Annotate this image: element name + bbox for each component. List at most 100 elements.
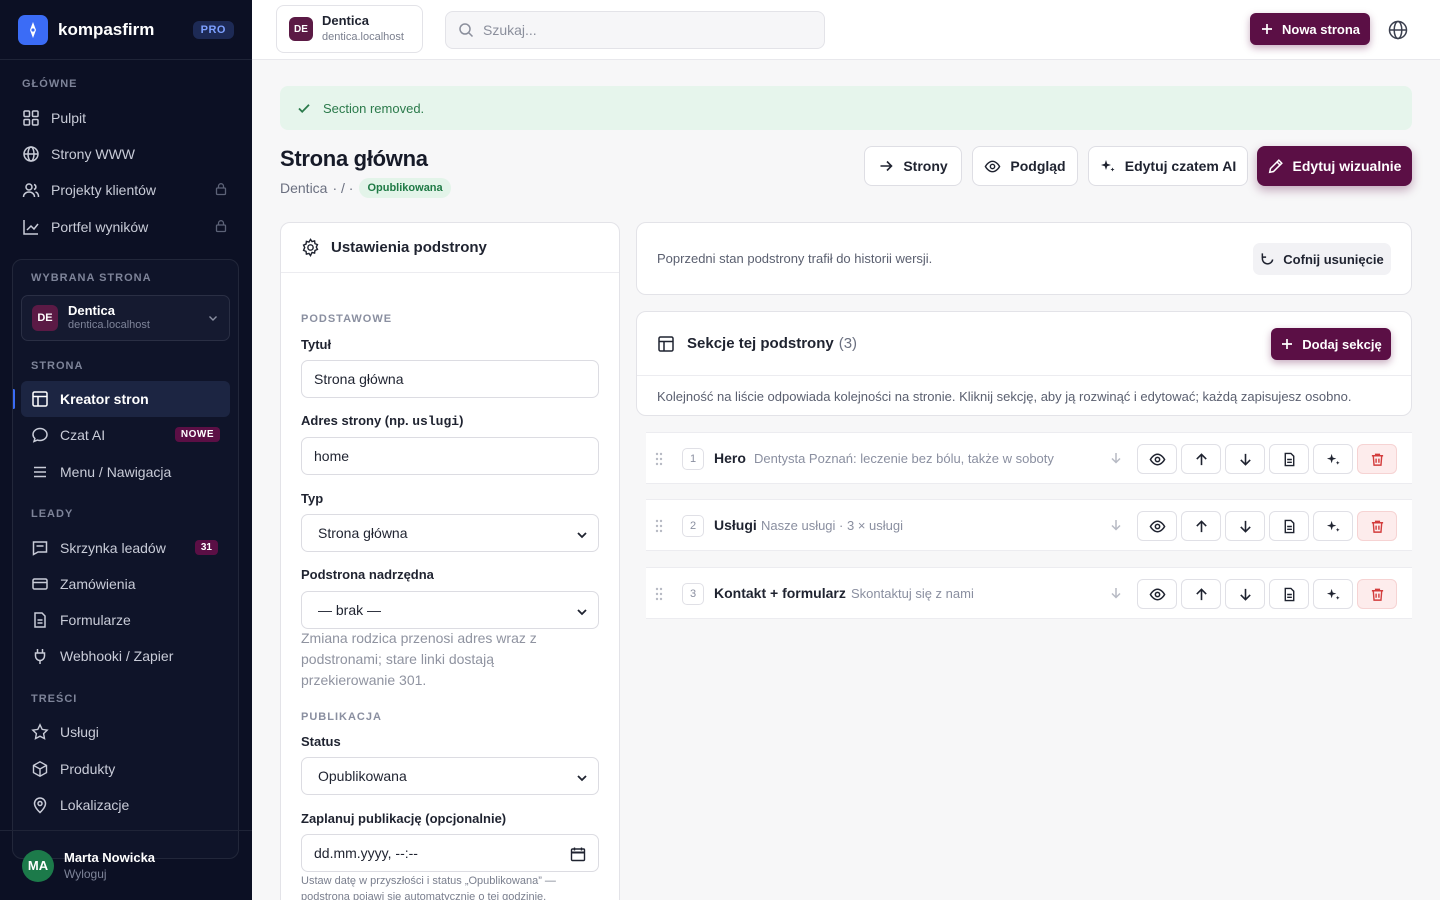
- edit-ai-button-label: Edytuj czatem AI: [1124, 158, 1237, 174]
- section-row-kontakt[interactable]: 3 Kontakt + formularz Skontaktuj się z n…: [646, 567, 1412, 619]
- document-icon: [1284, 452, 1294, 466]
- edit-visual-button[interactable]: Edytuj wizualnie: [1257, 146, 1412, 186]
- undo-button[interactable]: Cofnij usunięcie: [1253, 243, 1391, 275]
- sidebar: kompasfirm PRO GŁÓWNE Pulpit Strony WWW …: [0, 0, 252, 900]
- sidebar-item-projekty[interactable]: Projekty klientów: [12, 172, 240, 208]
- section-number: 1: [682, 448, 704, 470]
- new-badge: NOWE: [174, 427, 220, 442]
- ai-edit-button[interactable]: [1313, 444, 1353, 474]
- layout-icon: [32, 391, 48, 407]
- language-globe-icon[interactable]: [1387, 19, 1409, 41]
- menu-icon: [34, 466, 46, 478]
- search-box[interactable]: Szukaj...: [445, 11, 825, 49]
- sparkle-icon: [1326, 588, 1340, 600]
- parent-help-text: Zmiana rodzica przenosi adres wraz z pod…: [301, 630, 537, 688]
- calendar-icon[interactable]: [570, 846, 586, 862]
- sidebar-item-pulpit[interactable]: Pulpit: [12, 100, 240, 136]
- sidebar-item-czat-ai[interactable]: Czat AI NOWE: [21, 417, 230, 453]
- section-title: Hero: [714, 450, 746, 466]
- delete-section-button[interactable]: [1357, 511, 1397, 541]
- move-down-button[interactable]: [1225, 444, 1265, 474]
- move-up-button[interactable]: [1181, 579, 1221, 609]
- parent-select[interactable]: — brak —: [301, 591, 599, 629]
- sidebar-item-label: Czat AI: [60, 427, 106, 443]
- sidebar-item-kreator[interactable]: Kreator stron: [13, 381, 230, 417]
- edit-ai-button[interactable]: Edytuj czatem AI: [1088, 146, 1248, 186]
- site-switcher[interactable]: DE Dentica dentica.localhost: [21, 295, 230, 341]
- expand-down-icon[interactable]: [1109, 451, 1123, 465]
- sidebar-item-label: Portfel wyników: [51, 219, 149, 235]
- sidebar-item-formularze[interactable]: Formularze: [21, 602, 230, 638]
- drag-handle-icon[interactable]: [654, 451, 664, 467]
- preview-button-label: Podgląd: [1010, 158, 1066, 174]
- preview-button[interactable]: Podgląd: [972, 146, 1078, 186]
- new-page-button[interactable]: Nowa strona: [1250, 13, 1370, 45]
- brand-name[interactable]: kompasfirm: [58, 20, 154, 40]
- section-row-hero[interactable]: 1 Hero Dentysta Poznań: leczenie bez ból…: [646, 432, 1412, 484]
- sidebar-item-skrzynka[interactable]: Skrzynka leadów 31: [21, 530, 230, 566]
- sections-count: (3): [838, 335, 858, 352]
- schedule-input[interactable]: dd.mm.yyyy, --:--: [301, 834, 599, 872]
- document-icon: [1284, 519, 1294, 533]
- card-icon: [32, 578, 48, 590]
- toggle-visibility-button[interactable]: [1137, 444, 1177, 474]
- sidebar-item-uslugi[interactable]: Usługi: [21, 714, 230, 750]
- move-down-button[interactable]: [1225, 579, 1265, 609]
- sidebar-item-zamowienia[interactable]: Zamówienia: [21, 566, 230, 602]
- section-row-uslugi[interactable]: 2 Usługi Nasze usługi · 3 × usługi: [646, 499, 1412, 551]
- undo-card: Poprzedni stan podstrony trafił do histo…: [636, 222, 1412, 295]
- site-selector[interactable]: DE Dentica dentica.localhost: [276, 5, 423, 53]
- delete-section-button[interactable]: [1357, 444, 1397, 474]
- lock-icon: [215, 220, 227, 233]
- lead-count-badge: 31: [194, 540, 218, 555]
- inbox-icon: [32, 541, 48, 556]
- sidebar-item-produkty[interactable]: Produkty: [21, 751, 230, 787]
- ai-edit-button[interactable]: [1313, 511, 1353, 541]
- drag-handle-icon[interactable]: [654, 586, 664, 602]
- sidebar-item-menu[interactable]: Menu / Nawigacja: [21, 454, 230, 490]
- toggle-visibility-button[interactable]: [1137, 579, 1177, 609]
- title-label: Tytuł: [301, 337, 332, 352]
- expand-down-icon[interactable]: [1109, 518, 1123, 532]
- breadcrumb-site[interactable]: Dentica: [280, 180, 327, 196]
- sidebar-item-lokalizacje[interactable]: Lokalizacje: [21, 787, 230, 823]
- status-select[interactable]: Opublikowana: [301, 757, 599, 795]
- duplicate-button[interactable]: [1269, 511, 1309, 541]
- sidebar-item-webhooki[interactable]: Webhooki / Zapier: [21, 638, 230, 674]
- duplicate-button[interactable]: [1269, 579, 1309, 609]
- chevron-down-icon: [577, 532, 587, 539]
- type-select[interactable]: Strona główna: [301, 514, 599, 552]
- title-input[interactable]: Strona główna: [301, 360, 599, 398]
- duplicate-button[interactable]: [1269, 444, 1309, 474]
- logout-link[interactable]: Wyloguj: [64, 866, 155, 883]
- type-select-value: Strona główna: [318, 525, 408, 541]
- url-input[interactable]: home: [301, 437, 599, 475]
- expand-down-icon[interactable]: [1109, 586, 1123, 600]
- ai-edit-button[interactable]: [1313, 579, 1353, 609]
- move-down-button[interactable]: [1225, 511, 1265, 541]
- eye-icon: [984, 160, 1001, 172]
- avatar[interactable]: MA: [22, 849, 54, 882]
- drag-handle-icon[interactable]: [654, 518, 664, 534]
- sparkle-icon: [1100, 160, 1115, 172]
- pages-button[interactable]: Strony: [864, 146, 962, 186]
- sidebar-item-strony-www[interactable]: Strony WWW: [12, 136, 240, 172]
- alert-text: Section removed.: [323, 100, 425, 116]
- add-section-button[interactable]: Dodaj sekcję: [1271, 328, 1391, 360]
- delete-section-button[interactable]: [1357, 579, 1397, 609]
- site-name: Dentica: [322, 13, 369, 28]
- undo-icon: [1261, 252, 1274, 265]
- plan-badge: PRO: [192, 20, 234, 39]
- sections-description: Kolejność na liście odpowiada kolejności…: [657, 388, 1352, 404]
- search-input[interactable]: Szukaj...: [483, 22, 537, 38]
- move-up-button[interactable]: [1181, 444, 1221, 474]
- search-icon: [459, 23, 474, 38]
- sidebar-item-portfel[interactable]: Portfel wyników: [12, 209, 240, 245]
- sidebar-item-label: Zamówienia: [60, 576, 136, 592]
- eye-icon: [1149, 453, 1165, 465]
- move-up-button[interactable]: [1181, 511, 1221, 541]
- globe-icon: [23, 146, 39, 162]
- compass-logo-icon[interactable]: [18, 14, 48, 45]
- toggle-visibility-button[interactable]: [1137, 511, 1177, 541]
- arrow-down-icon: [1239, 588, 1251, 601]
